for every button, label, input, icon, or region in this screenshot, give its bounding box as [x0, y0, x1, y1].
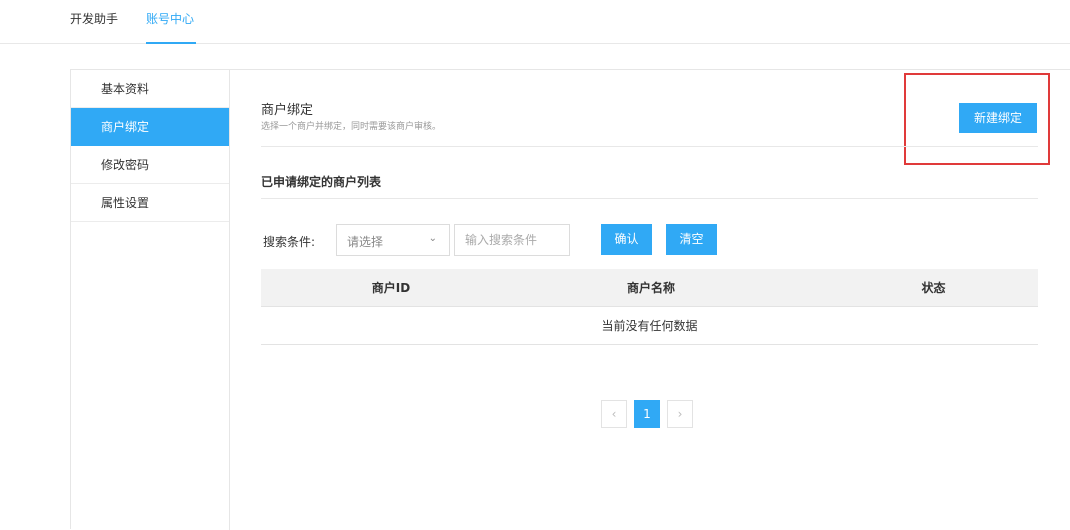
page-button-current[interactable]: 1: [634, 400, 660, 428]
list-title: 已申请绑定的商户列表: [261, 175, 382, 189]
column-header-merchant-id: 商户ID: [371, 281, 411, 295]
main-content: 商户绑定 选择一个商户并绑定，同时需要该商户审核。 新建绑定 已申请绑定的商户列…: [261, 70, 1050, 530]
sidebar-item-merchant-binding[interactable]: 商户绑定: [71, 108, 229, 146]
active-tab-underline: [146, 42, 196, 44]
search-condition-select[interactable]: 请选择 ⌄: [336, 224, 450, 256]
account-panel: 基本资料 商户绑定 修改密码 属性设置 商户绑定 选择一个商户并绑定，同时需要该…: [70, 69, 1070, 530]
table-header: 商户ID 商户名称 状态: [261, 269, 1038, 307]
search-input[interactable]: [454, 224, 570, 256]
sidebar-item-property-settings[interactable]: 属性设置: [71, 184, 229, 222]
prev-page-button[interactable]: ‹: [601, 400, 627, 428]
clear-button[interactable]: 清空: [666, 224, 717, 255]
column-header-status: 状态: [921, 281, 946, 295]
divider: [261, 146, 1038, 147]
confirm-button[interactable]: 确认: [601, 224, 652, 255]
pagination: ‹ 1 ›: [601, 400, 701, 430]
search-label: 搜索条件:: [263, 235, 316, 249]
tab-account-center[interactable]: 账号中心: [146, 11, 194, 27]
next-page-button[interactable]: ›: [667, 400, 693, 428]
sidebar-item-basic-info[interactable]: 基本资料: [71, 70, 229, 108]
table-empty-row: 当前没有任何数据: [261, 307, 1038, 345]
column-header-merchant-name: 商户名称: [626, 281, 675, 295]
divider: [261, 198, 1038, 199]
page-title: 商户绑定: [261, 103, 314, 118]
sidebar-item-change-password[interactable]: 修改密码: [71, 146, 229, 184]
top-nav: 开发助手 账号中心: [0, 0, 1070, 44]
sidebar: 基本资料 商户绑定 修改密码 属性设置: [71, 70, 230, 530]
page-description: 选择一个商户并绑定，同时需要该商户审核。: [261, 122, 442, 132]
new-binding-button[interactable]: 新建绑定: [959, 103, 1037, 133]
chevron-down-icon: ⌄: [428, 233, 437, 244]
select-value: 请选择: [347, 235, 384, 249]
tab-dev-assistant[interactable]: 开发助手: [70, 11, 118, 27]
